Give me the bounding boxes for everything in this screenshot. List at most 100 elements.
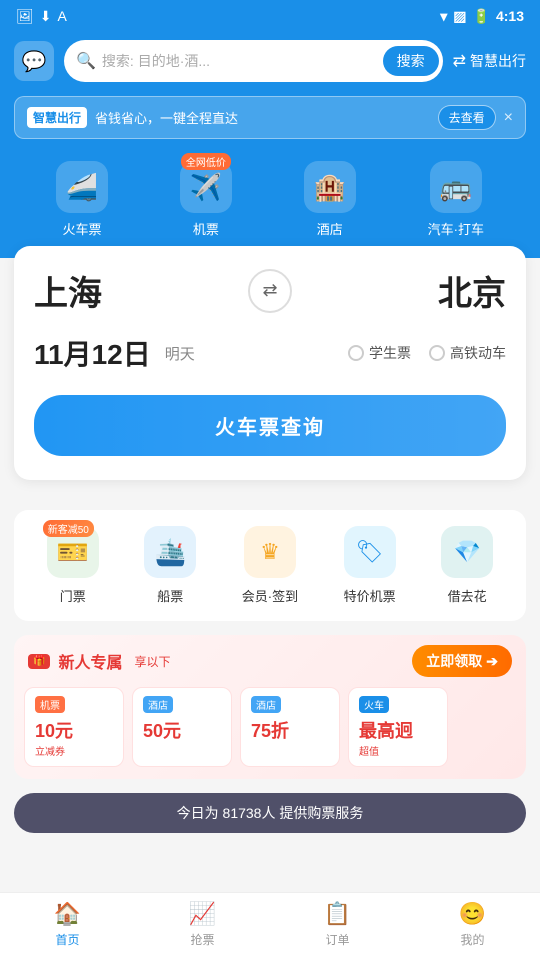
search-card: 上海 ⇄ 北京 11月12日 明天 学生票 高铁动车 火车票查询 [14,246,526,480]
time-display: 4:13 [496,8,524,24]
search-train-button[interactable]: 火车票查询 [34,395,506,456]
nav-item-hotel[interactable]: 🏨 酒店 [304,161,356,238]
highspeed-option[interactable]: 高铁动车 [429,343,506,363]
bottom-nav-grab[interactable]: 📈 抢票 [189,901,216,948]
header: 💬 🔍 搜索: 目的地·酒... 搜索 ⇄ 智慧出行 [0,32,540,96]
new-user-tag: 🎁 [28,654,50,669]
coupon-flight-type: 机票 [35,696,65,713]
download-icon: ⬇ [40,8,52,25]
route-row: 上海 ⇄ 北京 [34,266,506,315]
toast-text: 今日为 81738人 提供购票服务 [177,805,364,821]
tickets-badge: 新客减50 [43,520,94,537]
train-label: 火车票 [62,219,101,238]
coupon-hotel1-amount: 50元 [143,717,221,743]
coupon-train-desc: 超值 [359,743,437,758]
profile-icon: 😊 [459,901,486,927]
search-placeholder: 搜索: 目的地·酒... [102,51,377,71]
status-bar: 🖼 ⬇ A ▾ ▨ 🔋 4:13 [0,0,540,32]
coupon-hotel2[interactable]: 酒店 75折 [240,687,340,767]
date-row: 11月12日 明天 学生票 高铁动车 [34,333,506,373]
ferry-label: 船票 [157,586,183,605]
banner-check-button[interactable]: 去查看 [438,105,496,130]
to-city[interactable]: 北京 [438,266,506,315]
bottom-nav-home[interactable]: 🏠 首页 [54,901,81,948]
status-right-info: ▾ ▨ 🔋 4:13 [440,8,524,25]
new-user-header: 🎁 新人专属 享以下 立即领取 ➔ [14,635,526,687]
student-ticket-option[interactable]: 学生票 [348,343,411,363]
bus-icon: 🚌 [430,161,482,213]
grab-icon: 📈 [189,901,216,927]
flight-icon-wrap: ✈️ 全网低价 [180,161,232,213]
banner-close-button[interactable]: × [504,109,513,127]
search-button[interactable]: 搜索 [383,46,439,76]
nav-item-train[interactable]: 🚄 火车票 [56,161,108,238]
coupon-hotel1-type: 酒店 [143,696,173,713]
search-bar[interactable]: 🔍 搜索: 目的地·酒... 搜索 [64,40,443,82]
ferry-icon-wrap: 🛳️ [144,526,196,578]
search-icon: 🔍 [76,51,96,71]
cheap-flight-label: 特价机票 [344,586,396,605]
toast-bar: 今日为 81738人 提供购票服务 [14,793,526,833]
coupon-hotel1[interactable]: 酒店 50元 [132,687,232,767]
bottom-nav-orders[interactable]: 📋 订单 [324,901,351,948]
ticket-options: 学生票 高铁动车 [348,343,506,363]
coupon-train[interactable]: 火车 最高迥 超值 [348,687,448,767]
message-button[interactable]: 💬 [14,41,54,81]
claim-button[interactable]: 立即领取 ➔ [412,645,512,677]
wifi-icon: ▾ [440,8,447,25]
coupon-hotel2-amount: 75折 [251,717,329,743]
highspeed-label: 高铁动车 [450,343,506,363]
gallery-icon: 🖼 [16,8,34,25]
from-city[interactable]: 上海 [34,266,102,315]
hotel-icon-wrap: 🏨 [304,161,356,213]
loan-icon: 💎 [453,539,480,565]
coupon-flight[interactable]: 机票 10元 立减券 [24,687,124,767]
service-item-member[interactable]: ♛ 会员·签到 [242,526,298,605]
new-user-banner: 🎁 新人专属 享以下 立即领取 ➔ 机票 10元 立减券 酒店 50元 酒店 7… [14,635,526,779]
travel-date-sub: 明天 [165,343,195,364]
transfer-icon: ⇄ [453,51,466,71]
new-user-section: 🎁 新人专属 享以下 立即领取 ➔ 机票 10元 立减券 酒店 50元 酒店 7… [14,635,526,779]
bottom-nav-profile[interactable]: 😊 我的 [459,901,486,948]
coupon-train-type: 火车 [359,696,389,713]
home-label: 首页 [55,931,79,948]
tickets-icon-wrap: 🎫 新客减50 [47,526,99,578]
new-user-title: 新人专属 [58,649,122,673]
travel-date[interactable]: 11月12日 [34,333,151,373]
swap-cities-button[interactable]: ⇄ [248,269,292,313]
message-icon: 💬 [22,49,47,74]
coupon-flight-desc: 立减券 [35,743,113,758]
hotel-label: 酒店 [317,219,343,238]
swap-icon: ⇄ [262,280,277,301]
nav-item-bus[interactable]: 🚌 汽车·打车 [428,161,484,238]
service-item-tickets[interactable]: 🎫 新客减50 门票 [47,526,99,605]
banner-tag: 智慧出行 [27,107,87,128]
hotel-icon: 🏨 [304,161,356,213]
nav-item-flight[interactable]: ✈️ 全网低价 机票 [180,161,232,238]
coupon-row: 机票 10元 立减券 酒店 50元 酒店 75折 火车 最高迥 超值 [14,687,526,779]
category-nav: 🚄 火车票 ✈️ 全网低价 机票 🏨 酒店 🚌 汽车·打车 [0,153,540,258]
highspeed-radio[interactable] [429,345,445,361]
status-left-icons: 🖼 ⬇ A [16,8,67,25]
train-icon: 🚄 [56,161,108,213]
orders-label: 订单 [325,931,349,948]
smart-travel-label: 智慧出行 [470,51,526,71]
loan-label: 借去花 [448,586,487,605]
banner-inner: 智慧出行 省钱省心，一键全程直达 去查看 × [14,96,526,139]
flight-label: 机票 [193,219,219,238]
bottom-nav: 🏠 首页 📈 抢票 📋 订单 😊 我的 [0,892,540,960]
member-icon: ♛ [260,539,280,565]
service-item-loan[interactable]: 💎 借去花 [441,526,493,605]
member-icon-wrap: ♛ [244,526,296,578]
service-item-ferry[interactable]: 🛳️ 船票 [144,526,196,605]
service-item-cheap-flight[interactable]: 🏷 特价机票 [344,526,396,605]
grab-label: 抢票 [190,931,214,948]
tickets-label: 门票 [60,586,86,605]
cheap-flight-icon-wrap: 🏷 [344,526,396,578]
services-section: 🎫 新客减50 门票 🛳️ 船票 ♛ 会员·签到 🏷 特价机票 💎 [0,494,540,621]
profile-label: 我的 [460,931,484,948]
banner-text: 省钱省心，一键全程直达 [95,108,430,127]
student-ticket-radio[interactable] [348,345,364,361]
home-icon: 🏠 [54,901,81,927]
smart-travel-link[interactable]: ⇄ 智慧出行 [453,51,526,71]
